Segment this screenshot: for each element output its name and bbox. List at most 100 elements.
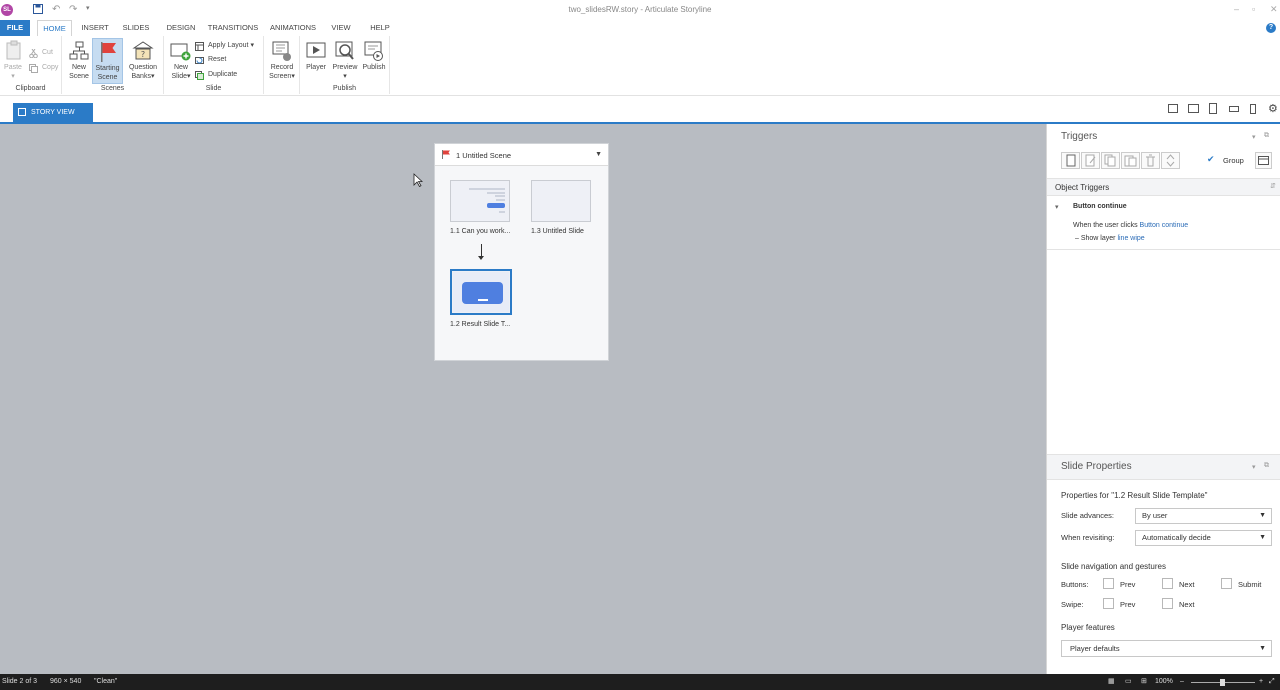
slide-label: 1.2 Result Slide T...: [450, 321, 511, 328]
tab-design[interactable]: DESIGN: [163, 20, 199, 36]
zoom-slider-thumb[interactable]: [1220, 679, 1225, 686]
trigger-action-target[interactable]: line wipe: [1117, 235, 1144, 242]
trigger-object-name[interactable]: Button continue: [1073, 203, 1127, 210]
delete-trigger-icon[interactable]: [1141, 152, 1160, 169]
player-features-heading: Player features: [1061, 623, 1115, 632]
group-label: Group: [1223, 156, 1244, 165]
slide-advances-value: By user: [1142, 511, 1168, 520]
gear-icon[interactable]: ⚙: [1268, 102, 1278, 115]
scenes-group-label: Scenes: [100, 85, 125, 92]
new-slide-button[interactable]: New Slide▾: [168, 40, 194, 81]
close-icon[interactable]: ✕: [1270, 4, 1278, 15]
restore-icon[interactable]: ▫: [1252, 4, 1255, 14]
panel-menu-caret-icon[interactable]: ▾: [1252, 133, 1256, 141]
group-checkbox-check-icon[interactable]: ✔: [1207, 154, 1215, 165]
tab-story-view[interactable]: STORY VIEW: [13, 103, 93, 122]
preview-button[interactable]: Preview ▾: [330, 40, 360, 81]
panel-undock-icon[interactable]: ⧉: [1264, 132, 1269, 140]
next-button-checkbox[interactable]: [1162, 578, 1173, 589]
player-defaults-value: Player defaults: [1070, 644, 1120, 653]
player-button[interactable]: Player: [303, 40, 329, 73]
paste-button[interactable]: Paste ▾: [3, 40, 23, 81]
starting-scene-button[interactable]: Starting Scene: [92, 38, 123, 84]
starting-scene-label-2: Scene: [97, 73, 118, 81]
tab-home[interactable]: HOME: [37, 20, 72, 36]
trigger-action[interactable]: – Show layer line wipe: [1075, 235, 1145, 242]
tab-view[interactable]: VIEW: [328, 20, 354, 36]
when-revisiting-label: When revisiting:: [1061, 533, 1115, 542]
tablet-landscape-icon[interactable]: [1188, 104, 1199, 113]
scene-header[interactable]: 1 Untitled Scene ▼: [435, 144, 608, 166]
move-trigger-icon[interactable]: [1161, 152, 1180, 169]
edit-trigger-icon[interactable]: [1081, 152, 1100, 169]
tablet-portrait-icon[interactable]: [1209, 103, 1217, 114]
new-scene-button[interactable]: New Scene: [66, 40, 92, 81]
view-tab-bar: STORY VIEW ⚙: [0, 96, 1280, 124]
copy-icon: [29, 64, 38, 73]
slide-advances-dropdown[interactable]: By user ▼: [1135, 508, 1272, 524]
slide-thumbnail-selected: [450, 269, 512, 315]
slide-1-3[interactable]: 1.3 Untitled Slide: [531, 180, 591, 235]
swipe-next-checkbox[interactable]: [1162, 598, 1173, 609]
when-revisiting-dropdown[interactable]: Automatically decide ▼: [1135, 530, 1272, 546]
collapse-icon[interactable]: ⇵: [1270, 182, 1276, 190]
slide-properties-undock-icon[interactable]: ⧉: [1264, 462, 1269, 470]
zoom-out-icon[interactable]: –: [1180, 674, 1184, 690]
expand-caret-icon[interactable]: ▾: [1055, 203, 1059, 211]
submit-button-checkbox[interactable]: [1221, 578, 1232, 589]
copy-button[interactable]: Copy: [29, 62, 58, 74]
slide-navigation-heading: Slide navigation and gestures: [1061, 562, 1166, 571]
when-revisiting-value: Automatically decide: [1142, 533, 1211, 542]
story-canvas[interactable]: 1 Untitled Scene ▼ 1.1 Can you work... 1…: [0, 124, 1046, 674]
publish-button[interactable]: Publish: [360, 40, 388, 73]
tab-slides[interactable]: SLIDES: [120, 20, 152, 36]
prev-button-checkbox[interactable]: [1103, 578, 1114, 589]
dropdown-caret-icon: ▼: [1259, 512, 1266, 519]
svg-text:?: ?: [141, 50, 145, 59]
new-trigger-icon[interactable]: [1061, 152, 1080, 169]
preview-mode-icon[interactable]: ⊞: [1141, 674, 1147, 690]
zoom-in-icon[interactable]: +: [1259, 674, 1263, 690]
trigger-layout-icon[interactable]: [1255, 152, 1272, 169]
slide-1-1[interactable]: 1.1 Can you work...: [450, 180, 510, 235]
layout-icon: [195, 42, 204, 51]
phone-landscape-icon[interactable]: [1229, 106, 1239, 112]
reset-button[interactable]: Reset: [195, 54, 226, 66]
slide-thumbnail: [531, 180, 591, 222]
tab-file[interactable]: FILE: [0, 20, 30, 36]
fit-to-window-icon[interactable]: ⤢: [1269, 674, 1275, 690]
tab-help[interactable]: HELP: [367, 20, 393, 36]
buttons-label: Buttons:: [1061, 580, 1089, 589]
cut-button[interactable]: Cut: [29, 47, 53, 59]
tab-insert[interactable]: INSERT: [79, 20, 111, 36]
window-title: two_slidesRW.story - Articulate Storylin…: [568, 5, 712, 14]
tab-transitions[interactable]: TRANSITIONS: [206, 20, 260, 36]
scene-card[interactable]: 1 Untitled Scene ▼ 1.1 Can you work... 1…: [434, 143, 609, 361]
tab-animations[interactable]: ANIMATIONS: [267, 20, 319, 36]
player-features-dropdown[interactable]: Player defaults ▼: [1061, 640, 1272, 657]
scene-menu-caret-icon[interactable]: ▼: [595, 151, 602, 158]
record-screen-caret-icon: ▾: [291, 72, 295, 80]
question-banks-button[interactable]: ? Question Banks▾: [126, 40, 160, 81]
trigger-condition[interactable]: When the user clicks Button continue: [1073, 222, 1188, 229]
duplicate-button[interactable]: Duplicate: [195, 69, 237, 81]
record-screen-button[interactable]: Record Screen▾: [267, 40, 297, 81]
slide-view-mode-icon[interactable]: ▭: [1125, 674, 1132, 690]
title-bar: SL ↶ ↷ ▾ two_slidesRW.story - Articulate…: [0, 0, 1280, 20]
desktop-view-icon[interactable]: [1168, 104, 1178, 113]
dropdown-caret-icon: ▼: [1259, 534, 1266, 541]
slide-properties-menu-caret-icon[interactable]: ▾: [1252, 463, 1256, 471]
minimize-icon[interactable]: –: [1234, 4, 1239, 14]
object-triggers-header: Object Triggers ⇵: [1047, 178, 1280, 196]
slide-1-2[interactable]: 1.2 Result Slide T...: [450, 269, 512, 328]
trigger-condition-object[interactable]: Button continue: [1140, 222, 1189, 229]
publish-group: Player Preview ▾ Publish Publish: [300, 36, 390, 94]
story-view-mode-icon[interactable]: ▦: [1108, 674, 1115, 690]
phone-portrait-icon[interactable]: [1250, 104, 1256, 114]
swipe-prev-checkbox[interactable]: [1103, 598, 1114, 609]
help-icon[interactable]: ?: [1266, 23, 1276, 33]
apply-layout-button[interactable]: Apply Layout ▾: [195, 40, 254, 52]
question-banks-label-2: Banks: [131, 72, 151, 80]
paste-trigger-icon[interactable]: [1121, 152, 1140, 169]
copy-trigger-icon[interactable]: [1101, 152, 1120, 169]
